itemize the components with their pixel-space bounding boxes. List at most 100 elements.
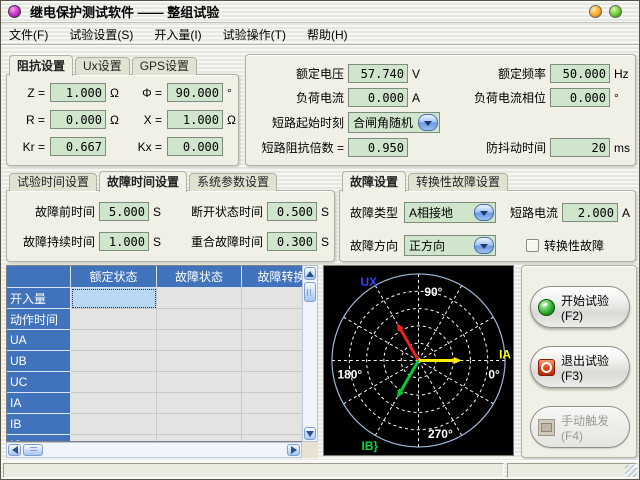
horizontal-scroll-thumb[interactable] (23, 444, 43, 456)
table-cell[interactable] (71, 309, 157, 330)
close-orb-button[interactable] (609, 5, 622, 18)
fault-duration-label: 故障持续时间 (11, 233, 95, 250)
chevron-down-icon (480, 244, 488, 253)
fault-type-dropdown[interactable]: A相接地 (404, 202, 496, 223)
start-test-button[interactable]: 开始试验(F2) (530, 286, 630, 328)
open-state-time-input[interactable] (267, 202, 317, 221)
table-cell[interactable] (242, 393, 302, 414)
debounce-time-input[interactable] (550, 138, 610, 157)
tab-convertible-fault-settings[interactable]: 转换性故障设置 (408, 173, 508, 191)
table-cell-selected[interactable] (71, 288, 157, 309)
impedance-multiplier-input[interactable] (348, 138, 408, 157)
horizontal-scrollbar[interactable] (6, 442, 302, 458)
x-input[interactable] (167, 110, 223, 129)
table-cell[interactable] (71, 414, 157, 435)
short-circuit-start-dropdown[interactable]: 合闸角随机 (348, 112, 440, 133)
table-cell[interactable] (157, 414, 242, 435)
table-cell[interactable] (242, 414, 302, 435)
table-cell[interactable] (157, 309, 242, 330)
scroll-up-button[interactable] (304, 267, 316, 280)
start-orb-icon (538, 299, 555, 316)
fault-direction-value: 正方向 (405, 237, 474, 254)
action-panel: 开始试验(F2) 退出试验(F3) 手动触发(F4) (521, 265, 637, 458)
column-header[interactable]: 故障状态 (157, 266, 242, 288)
reclose-fault-time-input[interactable] (267, 232, 317, 251)
table-cell[interactable] (242, 330, 302, 351)
menu-item-input-quantity[interactable]: 开入量(I) (154, 26, 201, 43)
minimize-orb-button[interactable] (589, 5, 602, 18)
table-cell[interactable] (71, 372, 157, 393)
load-current-phase-input[interactable] (550, 88, 610, 107)
kx-input[interactable] (167, 137, 223, 156)
r-input[interactable] (50, 110, 106, 129)
status-table-grid: 额定状态 故障状态 故障转换 开入量 动作时间 UA (6, 265, 302, 442)
table-cell[interactable] (157, 288, 242, 309)
menu-item-test-settings[interactable]: 试验设置(S) (69, 26, 133, 43)
phi-input[interactable] (167, 83, 223, 102)
tab-system-param-settings[interactable]: 系统参数设置 (189, 173, 277, 191)
resize-grip-icon[interactable] (625, 465, 637, 477)
dropdown-button[interactable] (474, 204, 494, 221)
rated-voltage-label: 额定电压 (248, 65, 344, 82)
tab-gps-settings[interactable]: GPS设置 (132, 57, 197, 75)
table-cell[interactable] (71, 435, 157, 442)
column-header[interactable]: 额定状态 (71, 266, 157, 288)
convertible-fault-checkbox[interactable] (526, 239, 539, 252)
kr-input[interactable] (50, 137, 106, 156)
tab-ux-settings[interactable]: Ux设置 (75, 57, 130, 75)
exit-power-icon (538, 359, 555, 376)
short-circuit-current-label: 短路电流 (496, 204, 558, 221)
table-cell[interactable] (242, 372, 302, 393)
short-circuit-current-input[interactable] (562, 203, 618, 222)
open-state-time-label: 断开状态时间 (167, 203, 263, 220)
kx-label: Kx = (128, 140, 162, 154)
rated-frequency-input[interactable] (550, 64, 610, 83)
table-cell[interactable] (71, 351, 157, 372)
scroll-down-button[interactable] (304, 427, 316, 440)
phi-unit: ° (227, 86, 232, 100)
rated-voltage-input[interactable] (348, 64, 408, 83)
menu-item-file[interactable]: 文件(F) (9, 26, 48, 43)
table-cell[interactable] (71, 330, 157, 351)
dropdown-button[interactable] (474, 237, 494, 254)
r-unit: Ω (110, 113, 128, 127)
vertical-scrollbar[interactable] (302, 265, 318, 442)
rated-voltage-unit: V (412, 67, 432, 81)
z-input[interactable] (50, 83, 106, 102)
table-cell[interactable] (242, 435, 302, 442)
tab-impedance-settings[interactable]: 阻抗设置 (9, 55, 73, 76)
vertical-scroll-thumb[interactable] (304, 282, 316, 302)
pre-fault-time-input[interactable] (99, 202, 149, 221)
table-cell[interactable] (71, 393, 157, 414)
rated-frequency-label: 额定频率 (432, 65, 546, 82)
scroll-right-button[interactable] (287, 444, 300, 456)
column-header[interactable]: 故障转换 (242, 266, 302, 288)
menu-item-test-operation[interactable]: 试验操作(T) (223, 26, 286, 43)
table-cell[interactable] (242, 351, 302, 372)
label-270deg: 270° (428, 427, 453, 441)
short-circuit-start-label: 短路起始时刻 (248, 114, 344, 131)
tab-test-time-settings[interactable]: 试验时间设置 (9, 173, 97, 191)
table-cell[interactable] (157, 330, 242, 351)
table-row: IC (7, 435, 302, 442)
fault-duration-input[interactable] (99, 232, 149, 251)
status-section-right (507, 463, 637, 478)
table-cell[interactable] (157, 372, 242, 393)
dropdown-button[interactable] (418, 114, 438, 131)
table-cell[interactable] (157, 393, 242, 414)
table-cell[interactable] (157, 435, 242, 442)
load-current-input[interactable] (348, 88, 408, 107)
tab-fault-time-settings[interactable]: 故障时间设置 (99, 171, 187, 192)
chevron-down-icon (424, 121, 432, 130)
table-row: IA (7, 393, 302, 414)
table-row: UC (7, 372, 302, 393)
menu-item-help[interactable]: 帮助(H) (307, 26, 348, 43)
exit-test-button[interactable]: 退出试验(F3) (530, 346, 630, 388)
table-cell[interactable] (242, 309, 302, 330)
table-cell[interactable] (157, 351, 242, 372)
tab-fault-settings[interactable]: 故障设置 (342, 171, 406, 192)
scroll-left-button[interactable] (8, 444, 21, 456)
table-cell[interactable] (242, 288, 302, 309)
label-ib: IB} (361, 439, 378, 453)
fault-direction-dropdown[interactable]: 正方向 (404, 235, 496, 256)
